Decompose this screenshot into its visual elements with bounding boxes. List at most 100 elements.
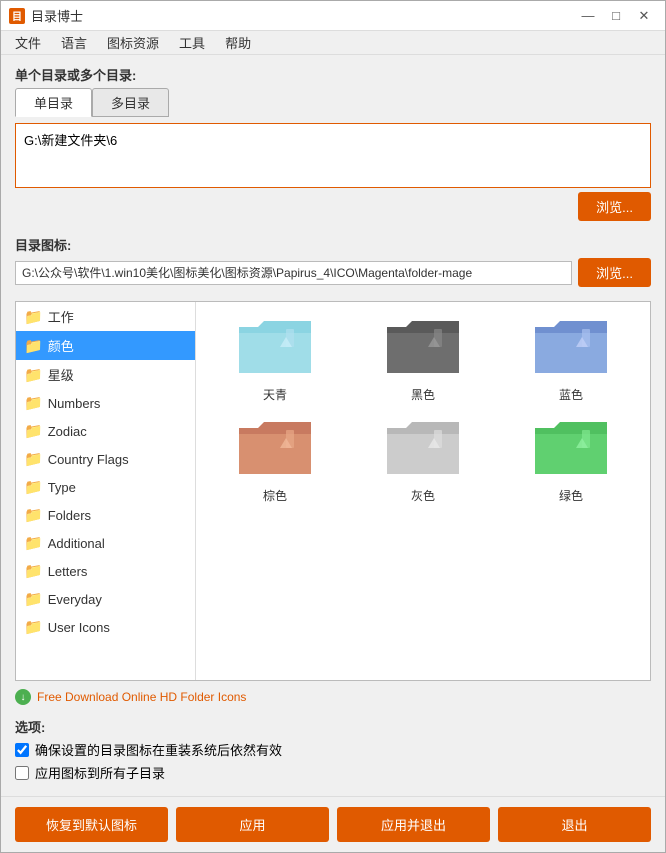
- icon-cell-0[interactable]: 天青: [206, 312, 344, 403]
- checkbox-1[interactable]: [15, 743, 29, 757]
- options-label: 选项:: [15, 717, 651, 736]
- main-content: 单个目录或多个目录: 单目录 多目录 G:\新建文件夹\6 浏览... 目录图标…: [1, 55, 665, 796]
- folder-icon-4: 📁: [24, 422, 43, 440]
- window-title: 目录博士: [31, 6, 575, 25]
- sidebar-item-7[interactable]: 📁 Folders: [16, 501, 195, 529]
- checkbox-row-2: 应用图标到所有子目录: [15, 763, 651, 782]
- main-window: 目 目录博士 — □ ✕ 文件 语言 图标资源 工具 帮助 单个目录或多个目录:…: [0, 0, 666, 853]
- folder-img-2: [531, 312, 611, 382]
- checkbox-2-label: 应用图标到所有子目录: [35, 763, 165, 782]
- icon-label-5: 绿色: [559, 487, 583, 504]
- folder-icon-10: 📁: [24, 590, 43, 608]
- sidebar-item-9[interactable]: 📁 Letters: [16, 557, 195, 585]
- sidebar-item-1[interactable]: 📁 颜色: [16, 331, 195, 360]
- browse-row-1: 浏览...: [15, 192, 651, 221]
- icon-section-label: 目录图标:: [15, 235, 651, 254]
- close-button[interactable]: ✕: [631, 5, 657, 27]
- folder-icon-2: 📁: [24, 366, 43, 384]
- path-input-container: G:\新建文件夹\6: [15, 123, 651, 188]
- sidebar-item-4[interactable]: 📁 Zodiac: [16, 417, 195, 445]
- icon-grid-container: 天青 黑色: [196, 302, 650, 680]
- window-controls: — □ ✕: [575, 5, 657, 27]
- sidebar-label-3: Numbers: [48, 396, 101, 411]
- sidebar-item-0[interactable]: 📁 工作: [16, 302, 195, 331]
- folder-icon-8: 📁: [24, 534, 43, 552]
- title-bar: 目 目录博士 — □ ✕: [1, 1, 665, 31]
- maximize-button[interactable]: □: [603, 5, 629, 27]
- icon-cell-2[interactable]: 蓝色: [502, 312, 640, 403]
- sidebar-label-11: User Icons: [48, 620, 110, 635]
- folder-icon-3: 📁: [24, 394, 43, 412]
- restore-button[interactable]: 恢复到默认图标: [15, 807, 168, 842]
- folder-img-5: [531, 413, 611, 483]
- tab-multi[interactable]: 多目录: [92, 88, 169, 117]
- menu-tools[interactable]: 工具: [169, 31, 215, 54]
- sidebar-label-7: Folders: [48, 508, 91, 523]
- menu-language[interactable]: 语言: [51, 31, 97, 54]
- app-icon: 目: [9, 8, 25, 24]
- browse-button-1[interactable]: 浏览...: [578, 192, 651, 221]
- folder-svg-brown: [236, 416, 314, 481]
- icon-path-input[interactable]: [15, 261, 572, 285]
- sidebar-item-3[interactable]: 📁 Numbers: [16, 389, 195, 417]
- sidebar-label-0: 工作: [48, 307, 74, 326]
- sidebar-list: 📁 工作 📁 颜色 📁 星级 📁 Numbers 📁 Zodiac: [16, 302, 196, 680]
- directory-section: 单个目录或多个目录: 单目录 多目录 G:\新建文件夹\6 浏览...: [15, 65, 651, 227]
- folder-img-1: [383, 312, 463, 382]
- checkbox-2[interactable]: [15, 766, 29, 780]
- icon-cell-4[interactable]: 灰色: [354, 413, 492, 504]
- tab-single[interactable]: 单目录: [15, 88, 92, 117]
- folder-svg-green: [532, 416, 610, 481]
- folder-icon-5: 📁: [24, 450, 43, 468]
- menu-file[interactable]: 文件: [5, 31, 51, 54]
- folder-icon-1: 📁: [24, 337, 43, 355]
- browse-button-2[interactable]: 浏览...: [578, 258, 651, 287]
- options-section: 选项: 确保设置的目录图标在重装系统后依然有效 应用图标到所有子目录: [15, 717, 651, 786]
- apply-exit-button[interactable]: 应用并退出: [337, 807, 490, 842]
- menu-help[interactable]: 帮助: [215, 31, 261, 54]
- apply-button[interactable]: 应用: [176, 807, 329, 842]
- folder-icon-6: 📁: [24, 478, 43, 496]
- icon-label-4: 灰色: [411, 487, 435, 504]
- folder-img-3: [235, 413, 315, 483]
- tab-row: 单目录 多目录: [15, 88, 651, 117]
- sidebar-label-4: Zodiac: [48, 424, 87, 439]
- icon-label-3: 棕色: [263, 487, 287, 504]
- path-textarea[interactable]: G:\新建文件夹\6: [24, 130, 642, 178]
- ad-icon: ↓: [15, 689, 31, 705]
- sidebar-label-10: Everyday: [48, 592, 102, 607]
- folder-img-4: [383, 413, 463, 483]
- menu-icon-resources[interactable]: 图标资源: [97, 31, 169, 54]
- footer-buttons: 恢复到默认图标 应用 应用并退出 退出: [1, 796, 665, 852]
- folder-svg-blue: [532, 315, 610, 380]
- folder-icon-11: 📁: [24, 618, 43, 636]
- icon-browser-area: 📁 工作 📁 颜色 📁 星级 📁 Numbers 📁 Zodiac: [15, 301, 651, 681]
- folder-svg-dark: [384, 315, 462, 380]
- icon-cell-5[interactable]: 绿色: [502, 413, 640, 504]
- sidebar-label-2: 星级: [48, 365, 74, 384]
- sidebar-item-11[interactable]: 📁 User Icons: [16, 613, 195, 641]
- folder-svg-gray: [384, 416, 462, 481]
- icon-cell-3[interactable]: 棕色: [206, 413, 344, 504]
- sidebar-label-9: Letters: [48, 564, 88, 579]
- sidebar-item-6[interactable]: 📁 Type: [16, 473, 195, 501]
- icon-label-0: 天青: [263, 386, 287, 403]
- exit-button[interactable]: 退出: [498, 807, 651, 842]
- sidebar-item-5[interactable]: 📁 Country Flags: [16, 445, 195, 473]
- icon-label-2: 蓝色: [559, 386, 583, 403]
- sidebar-item-8[interactable]: 📁 Additional: [16, 529, 195, 557]
- menu-bar: 文件 语言 图标资源 工具 帮助: [1, 31, 665, 55]
- sidebar-item-2[interactable]: 📁 星级: [16, 360, 195, 389]
- icon-label-1: 黑色: [411, 386, 435, 403]
- checkbox-row-1: 确保设置的目录图标在重装系统后依然有效: [15, 740, 651, 759]
- icon-cell-1[interactable]: 黑色: [354, 312, 492, 403]
- sidebar-label-8: Additional: [48, 536, 105, 551]
- sidebar-label-5: Country Flags: [48, 452, 129, 467]
- minimize-button[interactable]: —: [575, 5, 601, 27]
- folder-icon-9: 📁: [24, 562, 43, 580]
- checkbox-1-label: 确保设置的目录图标在重装系统后依然有效: [35, 740, 282, 759]
- sidebar-item-10[interactable]: 📁 Everyday: [16, 585, 195, 613]
- icon-path-row: 浏览...: [15, 258, 651, 287]
- ad-link[interactable]: Free Download Online HD Folder Icons: [37, 690, 246, 704]
- icon-grid: 天青 黑色: [206, 312, 640, 504]
